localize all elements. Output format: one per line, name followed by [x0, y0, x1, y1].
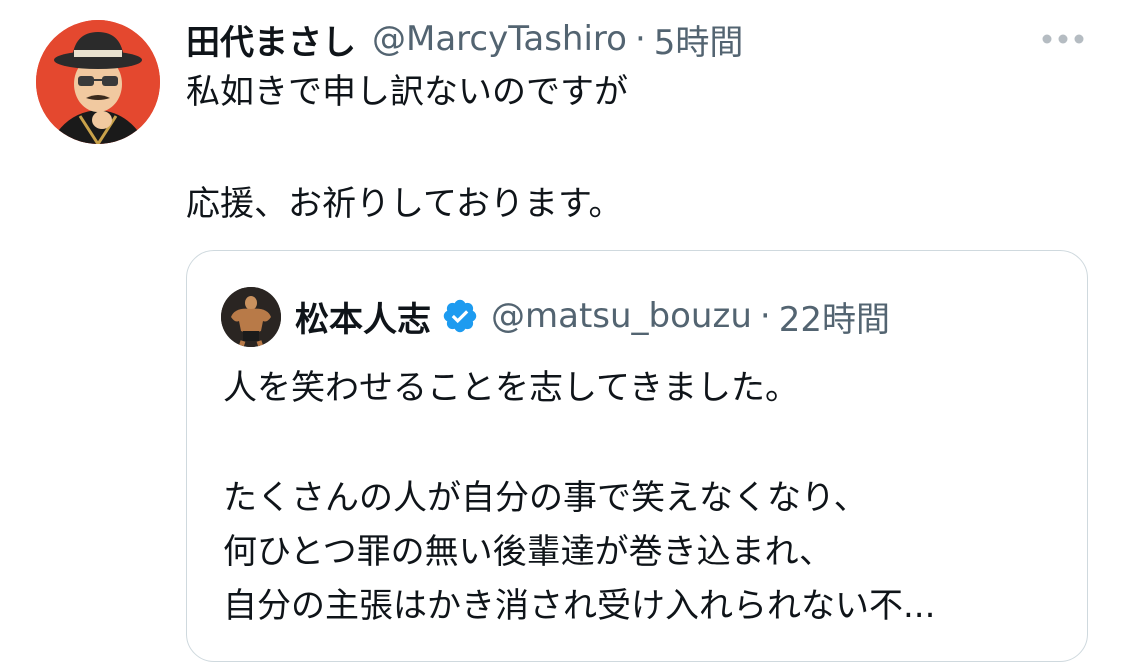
tweet-text-line: 応援、お祈りしております。	[186, 184, 623, 224]
tweet[interactable]: 田代まさし @MarcyTashiro · 5時間 私如きで申し訳ないのですが …	[0, 0, 1125, 671]
author-name[interactable]: 田代まさし	[186, 15, 356, 64]
quoted-timestamp[interactable]: 22時間	[779, 292, 890, 341]
tweet-text-line: 私如きで申し訳ないのですが	[186, 72, 628, 112]
quoted-tweet-text-line: 自分の主張はかき消され受け入れられない不...	[223, 586, 936, 626]
verified-badge-icon	[441, 297, 479, 335]
quoted-author-handle[interactable]: @matsu_bouzu	[491, 296, 752, 336]
author-avatar[interactable]	[36, 20, 160, 144]
quoted-tweet-header: 松本人志 @matsu_bouzu · 22時間	[295, 291, 890, 341]
separator-dot: ·	[759, 296, 771, 336]
quoted-author-name[interactable]: 松本人志	[295, 292, 431, 341]
quoted-tweet-text-line: たくさんの人が自分の事で笑えなくなり、	[223, 478, 868, 518]
quoted-author-avatar[interactable]	[221, 287, 281, 347]
more-horizontal-icon[interactable]	[1040, 30, 1086, 48]
tweet-header: 田代まさし @MarcyTashiro · 5時間	[186, 14, 743, 64]
quoted-tweet-text-line: 人を笑わせることを志してきました。	[223, 368, 799, 408]
separator-dot: ·	[634, 19, 646, 59]
quoted-tweet-text-line: 何ひとつ罪の無い後輩達が巻き込まれ、	[223, 532, 833, 572]
timestamp[interactable]: 5時間	[654, 15, 744, 64]
author-handle[interactable]: @MarcyTashiro	[372, 19, 627, 59]
quoted-tweet-card[interactable]: 松本人志 @matsu_bouzu · 22時間 人を笑わせることを志してきまし…	[186, 250, 1088, 662]
